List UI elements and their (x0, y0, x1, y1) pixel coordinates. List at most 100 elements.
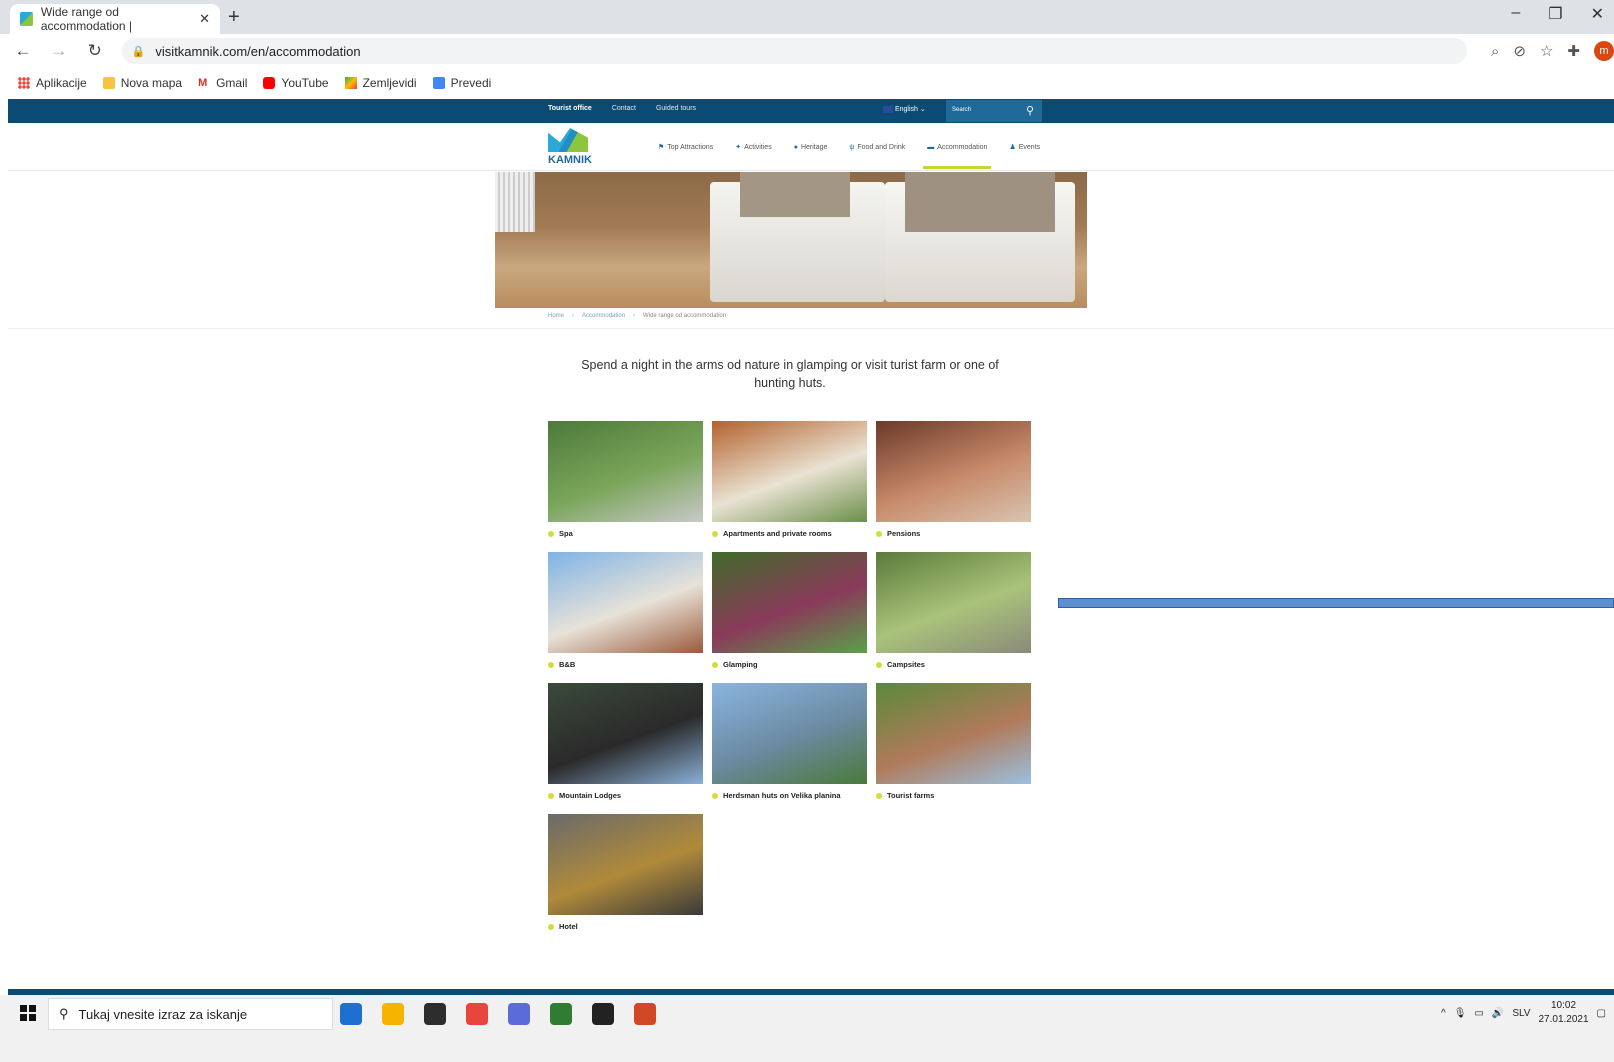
input-language[interactable]: SLV (1512, 1008, 1530, 1019)
category-card[interactable]: Apartments and private rooms (712, 421, 867, 538)
nav-item-top-attractions[interactable]: ⚑ Top Attractions (658, 143, 713, 152)
category-label-text: Glamping (723, 660, 758, 669)
category-image[interactable] (548, 421, 703, 522)
forward-arrow-icon[interactable]: → (46, 41, 72, 61)
tab-close-icon[interactable]: ✕ (199, 11, 210, 27)
kamnik-logo[interactable]: KAMNIK (548, 128, 592, 168)
nav-label: Accommodation (937, 143, 988, 151)
back-arrow-icon[interactable]: ← (10, 41, 36, 61)
category-label-text: Pensions (887, 529, 921, 538)
windows-start-icon[interactable] (20, 1005, 36, 1021)
microphone-icon[interactable]: 🎙 (1454, 1008, 1467, 1019)
bookmark-star-icon[interactable]: ☆ (1540, 42, 1553, 60)
category-label-text: Herdsman huts on Velika planina (723, 791, 841, 800)
nav-item-accommodation[interactable]: ▬ Accommodation (923, 143, 992, 169)
language-selector[interactable]: English ⌄ (883, 105, 926, 113)
category-label[interactable]: Mountain Lodges (548, 791, 703, 800)
browser-tab[interactable]: Wide range od accommodation | ✕ (10, 4, 220, 34)
bullet-dot-icon (548, 923, 554, 930)
category-image[interactable] (876, 683, 1031, 784)
category-label[interactable]: Herdsman huts on Velika planina (712, 791, 867, 800)
clock[interactable]: 10:02 27.01.2021 (1538, 999, 1588, 1027)
category-label[interactable]: Campsites (876, 660, 1031, 669)
restore-button[interactable]: ❐ (1548, 4, 1562, 24)
category-label[interactable]: Glamping (712, 660, 867, 669)
taskbar-app-icon[interactable] (634, 1003, 656, 1025)
taskbar-app-icon[interactable] (508, 1003, 530, 1025)
bullet-dot-icon (876, 530, 882, 537)
taskbar-app-icon[interactable] (424, 1003, 446, 1025)
taskbar-app-icon[interactable] (382, 1003, 404, 1025)
category-image[interactable] (548, 552, 703, 653)
bookmark-apps[interactable]: Aplikacije (18, 76, 87, 90)
category-label[interactable]: Pensions (876, 529, 1031, 538)
browser-toolbar: ← → ↻ 🔒 visitkamnik.com/en/accommodation… (0, 34, 1614, 68)
taskbar-app-icon[interactable] (466, 1003, 488, 1025)
breadcrumb-current: Wide range od accommodation (643, 313, 727, 319)
taskbar-search-input[interactable]: ⚲ Tukaj vnesite izraz za iskanje (48, 998, 333, 1030)
bullet-dot-icon (712, 792, 718, 799)
bookmark-youtube[interactable]: YouTube (263, 76, 329, 90)
new-tab-button[interactable]: + (228, 6, 240, 29)
minimize-button[interactable]: – (1511, 4, 1520, 24)
site-favicon-icon (20, 12, 33, 26)
tracking-icon[interactable]: ⊘ (1513, 42, 1526, 60)
bookmark-folder[interactable]: Nova mapa (102, 76, 182, 90)
taskbar-app-icon[interactable] (550, 1003, 572, 1025)
category-image[interactable] (712, 552, 867, 653)
intro-text: Spend a night in the arms od nature in g… (581, 358, 999, 390)
category-card[interactable]: B&B (548, 552, 703, 669)
bookmark-translate[interactable]: Prevedi (432, 76, 491, 90)
breadcrumb-separator: › (633, 313, 636, 319)
top-link-tourist-office[interactable]: Tourist office (548, 105, 592, 112)
category-label-text: Hotel (559, 922, 578, 931)
address-bar[interactable]: 🔒 visitkamnik.com/en/accommodation (121, 38, 1467, 64)
category-image[interactable] (712, 421, 867, 522)
category-image[interactable] (712, 683, 867, 784)
taskbar-app-icon[interactable] (592, 1003, 614, 1025)
top-link-guided-tours[interactable]: Guided tours (656, 105, 696, 112)
chevron-up-icon[interactable]: ^ (1441, 1008, 1446, 1019)
bullet-dot-icon (712, 530, 718, 537)
bookmark-maps[interactable]: Zemljevidi (344, 76, 417, 90)
category-label[interactable]: Apartments and private rooms (712, 529, 867, 538)
search-icon[interactable]: ⚲ (1026, 104, 1034, 117)
category-card[interactable]: Herdsman huts on Velika planina (712, 683, 867, 800)
zoom-icon[interactable]: ⌕ (1491, 43, 1499, 60)
category-card[interactable]: Hotel (548, 814, 703, 931)
breadcrumb-home[interactable]: Home (548, 313, 564, 319)
taskbar-app-icon[interactable] (340, 1003, 362, 1025)
nav-item-heritage[interactable]: ● Heritage (794, 143, 828, 151)
network-icon[interactable]: ▭ (1474, 1008, 1483, 1019)
volume-icon[interactable]: 🔊 (1492, 1008, 1504, 1019)
reload-icon[interactable]: ↻ (82, 41, 108, 61)
category-image[interactable] (548, 814, 703, 915)
category-label[interactable]: B&B (548, 660, 703, 669)
category-image[interactable] (548, 683, 703, 784)
category-image[interactable] (876, 421, 1031, 522)
category-label[interactable]: Hotel (548, 922, 703, 931)
breadcrumb-accommodation[interactable]: Accommodation (582, 313, 625, 319)
nav-item-events[interactable]: ♟ Events (1009, 143, 1041, 152)
nav-item-activities[interactable]: ✦ Activities (735, 143, 772, 152)
category-card[interactable]: Glamping (712, 552, 867, 669)
nav-label: Events (1018, 143, 1041, 151)
category-card[interactable]: Campsites (876, 552, 1031, 669)
close-window-button[interactable]: ✕ (1591, 4, 1604, 24)
youtube-icon (263, 77, 276, 89)
category-card[interactable]: Spa (548, 421, 703, 538)
top-link-contact[interactable]: Contact (612, 105, 636, 112)
bookmark-gmail[interactable]: M Gmail (198, 76, 247, 90)
category-card[interactable]: Pensions (876, 421, 1031, 538)
category-label[interactable]: Spa (548, 529, 703, 538)
category-image[interactable] (876, 552, 1031, 653)
nav-item-food-and-drink[interactable]: ψ Food and Drink (849, 143, 905, 151)
category-label[interactable]: Tourist farms (876, 791, 1031, 800)
notifications-icon[interactable]: ▢ (1597, 1008, 1606, 1019)
profile-avatar[interactable]: m (1594, 41, 1614, 61)
bullet-dot-icon (548, 530, 554, 537)
category-card[interactable]: Mountain Lodges (548, 683, 703, 800)
category-card[interactable]: Tourist farms (876, 683, 1031, 800)
site-search-input[interactable]: Search ⚲ (946, 100, 1042, 122)
extensions-icon[interactable]: ✚ (1567, 42, 1580, 60)
